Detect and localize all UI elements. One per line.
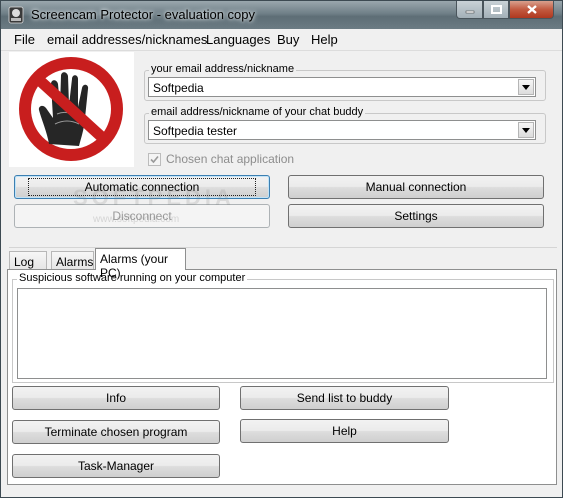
chevron-down-icon	[522, 84, 530, 90]
help-label: Help	[332, 424, 357, 438]
menu-help[interactable]: Help	[311, 32, 338, 47]
minimize-icon	[465, 10, 474, 13]
menu-buy[interactable]: Buy	[277, 32, 299, 47]
settings-button[interactable]: Settings	[288, 204, 544, 228]
automatic-connection-button[interactable]: Automatic connection	[14, 175, 270, 199]
help-button[interactable]: Help	[240, 419, 449, 443]
app-window: Screencam Protector - evaluation copy Fi…	[0, 0, 563, 498]
tab-alarms[interactable]: Alarms	[51, 251, 94, 269]
email-combo[interactable]: Softpedia	[148, 77, 536, 97]
email-label: your email address/nickname	[149, 63, 297, 75]
manual-connection-label: Manual connection	[365, 180, 467, 194]
title-bar[interactable]: Screencam Protector - evaluation copy	[1, 1, 562, 29]
disconnect-button[interactable]: Disconnect	[14, 204, 270, 228]
email-value: Softpedia	[153, 81, 204, 95]
disconnect-label: Disconnect	[112, 209, 172, 223]
stop-hand-icon	[19, 57, 123, 161]
app-icon	[8, 6, 24, 24]
chosen-chat-checkbox[interactable]: Chosen chat application	[148, 152, 294, 166]
menu-languages[interactable]: Languages	[206, 32, 270, 47]
section-divider	[9, 247, 557, 248]
tab-log[interactable]: Log	[9, 251, 47, 269]
task-manager-label: Task-Manager	[77, 459, 155, 473]
email-dropdown-button[interactable]	[518, 79, 534, 95]
buddy-dropdown-button[interactable]	[518, 122, 534, 138]
send-list-button[interactable]: Send list to buddy	[240, 386, 449, 410]
buddy-combo[interactable]: Softpedia tester	[148, 120, 536, 140]
suspicious-software-group: Suspicious software running on your comp…	[12, 272, 554, 383]
manual-connection-button[interactable]: Manual connection	[288, 175, 544, 199]
close-icon	[526, 5, 537, 14]
task-manager-button[interactable]: Task-Manager	[12, 454, 220, 478]
send-list-label: Send list to buddy	[296, 391, 393, 405]
buddy-value: Softpedia tester	[153, 124, 238, 138]
chevron-down-icon	[522, 127, 530, 133]
info-label: Info	[105, 391, 126, 405]
tab-alarms-your-pc[interactable]: Alarms (your PC)	[95, 248, 186, 280]
alarms-your-pc-panel: Suspicious software running on your comp…	[7, 269, 557, 485]
maximize-icon	[490, 5, 502, 14]
maximize-button[interactable]	[483, 1, 509, 19]
checkbox-box[interactable]	[148, 152, 161, 166]
menu-file[interactable]: File	[14, 32, 35, 47]
menu-bar: File email addresses/nicknames Languages…	[1, 29, 562, 51]
window-title: Screencam Protector - evaluation copy	[31, 7, 255, 22]
stop-hand-logo	[9, 52, 134, 167]
checkmark-icon	[150, 155, 159, 163]
terminate-program-button[interactable]: Terminate chosen program	[12, 420, 220, 444]
chosen-chat-label: Chosen chat application	[166, 152, 295, 166]
minimize-button[interactable]	[456, 1, 483, 19]
info-button[interactable]: Info	[12, 386, 220, 410]
terminate-program-label: Terminate chosen program	[44, 425, 188, 439]
menu-email-addresses[interactable]: email addresses/nicknames	[47, 32, 207, 47]
automatic-connection-label: Automatic connection	[27, 178, 257, 196]
suspicious-software-label: Suspicious software running on your comp…	[17, 272, 248, 284]
settings-label: Settings	[394, 209, 438, 223]
suspicious-software-list[interactable]	[17, 288, 547, 379]
buddy-label: email address/nickname of your chat budd…	[149, 106, 366, 118]
close-button[interactable]	[509, 1, 554, 19]
